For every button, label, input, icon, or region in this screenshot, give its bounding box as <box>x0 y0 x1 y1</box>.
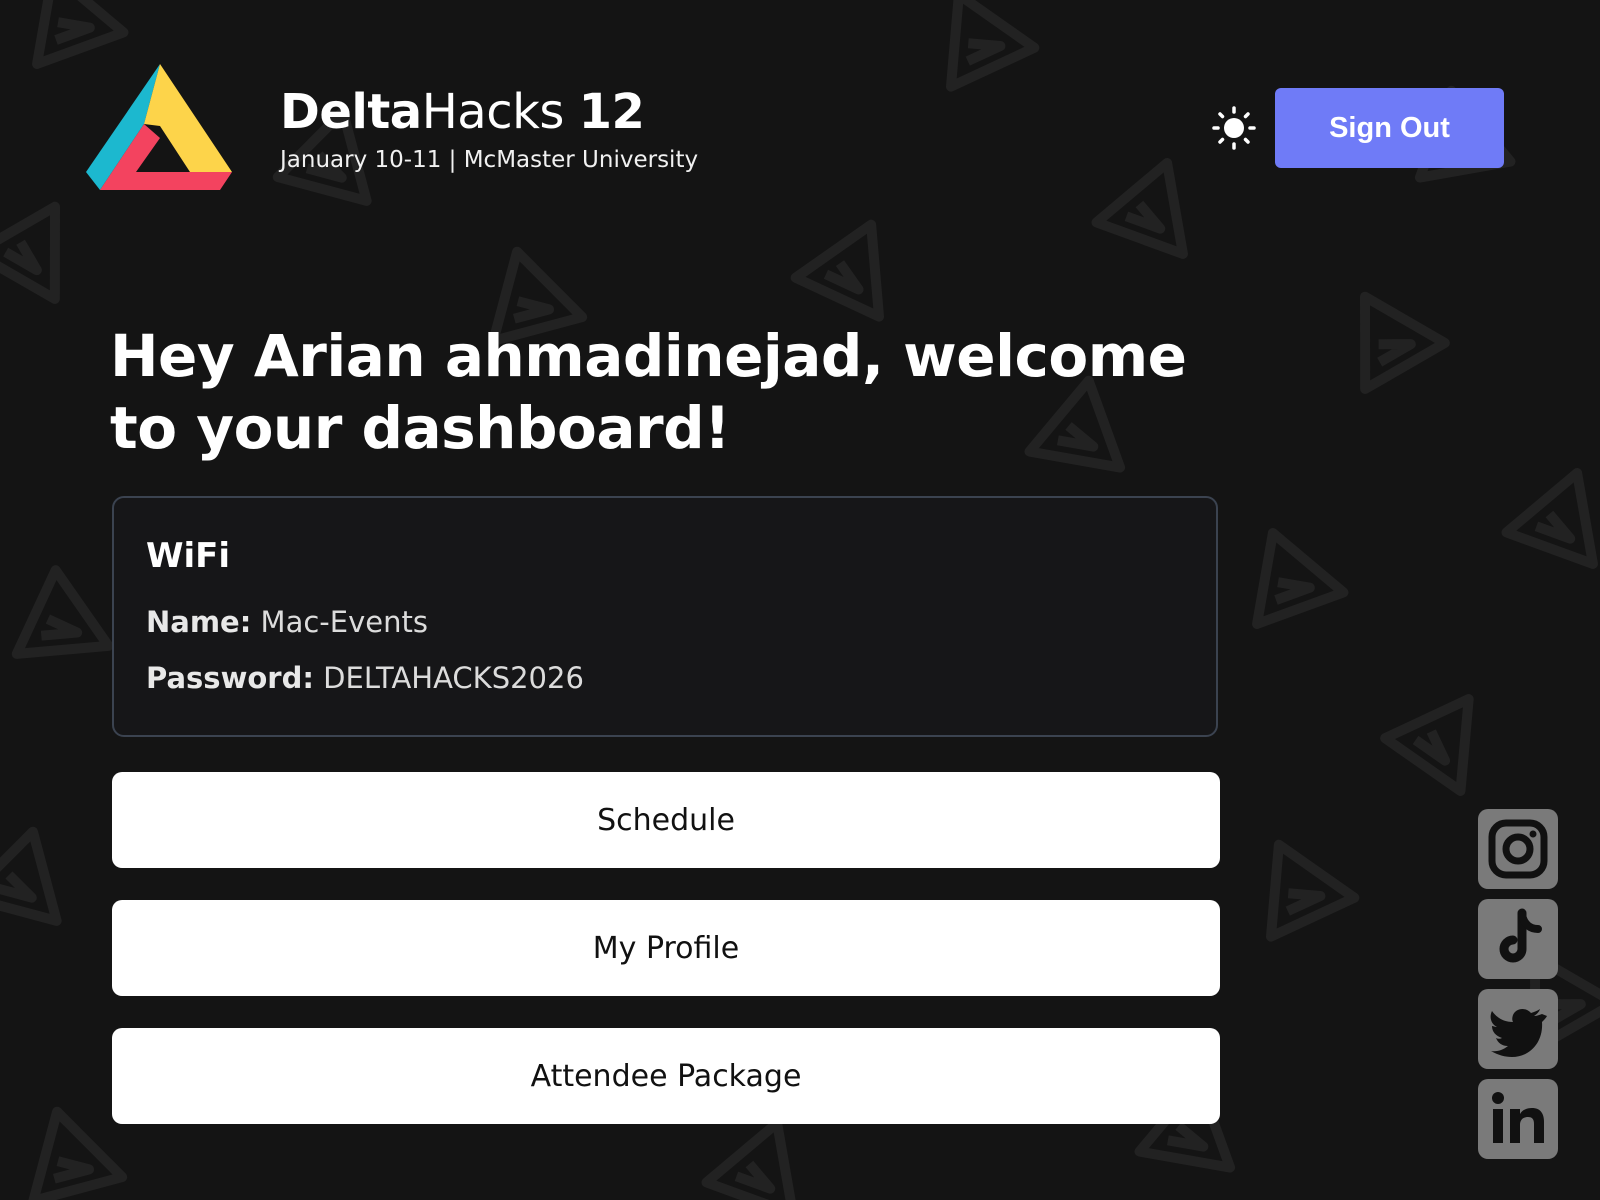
wifi-password-row: Password: DELTAHACKS2026 <box>146 660 584 696</box>
sign-out-button[interactable]: Sign Out <box>1275 88 1504 168</box>
logo-yellow-face <box>144 64 232 172</box>
welcome-line-1: Hey Arian ahmadinejad, welcome <box>110 322 1187 390</box>
wifi-card: WiFi Name: Mac-Events Password: DELTAHAC… <box>112 496 1218 737</box>
wifi-name-label: Name: <box>146 605 252 639</box>
theme-toggle-button[interactable] <box>1212 106 1256 150</box>
instagram-icon <box>1488 819 1548 879</box>
attendee-package-button[interactable]: Attendee Package <box>112 1028 1220 1124</box>
wifi-name-value: Mac-Events <box>260 605 428 639</box>
tiktok-link[interactable] <box>1478 899 1558 979</box>
wifi-name-row: Name: Mac-Events <box>146 604 428 640</box>
brand-name-bold: Delta <box>280 84 422 140</box>
brand-title: DeltaHacks 12 <box>280 84 645 140</box>
brand-edition: 12 <box>578 84 645 140</box>
twitter-icon <box>1490 1009 1547 1058</box>
schedule-button[interactable]: Schedule <box>112 772 1220 868</box>
deltahacks-logo <box>86 64 232 190</box>
tiktok-icon <box>1499 908 1542 963</box>
linkedin-link[interactable] <box>1478 1079 1558 1159</box>
my-profile-button[interactable]: My Profile <box>112 900 1220 996</box>
twitter-link[interactable] <box>1478 989 1558 1069</box>
wifi-password-label: Password: <box>146 661 314 695</box>
welcome-heading: Hey Arian ahmadinejad, welcome to your d… <box>110 320 1210 464</box>
welcome-line-2: to your dashboard! <box>110 394 731 462</box>
sun-icon <box>1212 106 1256 150</box>
wifi-title: WiFi <box>146 536 231 576</box>
brand-name-regular: Hacks <box>421 84 565 140</box>
linkedin-icon <box>1492 1092 1544 1143</box>
wifi-password-value: DELTAHACKS2026 <box>323 661 584 695</box>
brand-subtitle: January 10-11 | McMaster University <box>280 147 699 173</box>
instagram-link[interactable] <box>1478 809 1558 889</box>
